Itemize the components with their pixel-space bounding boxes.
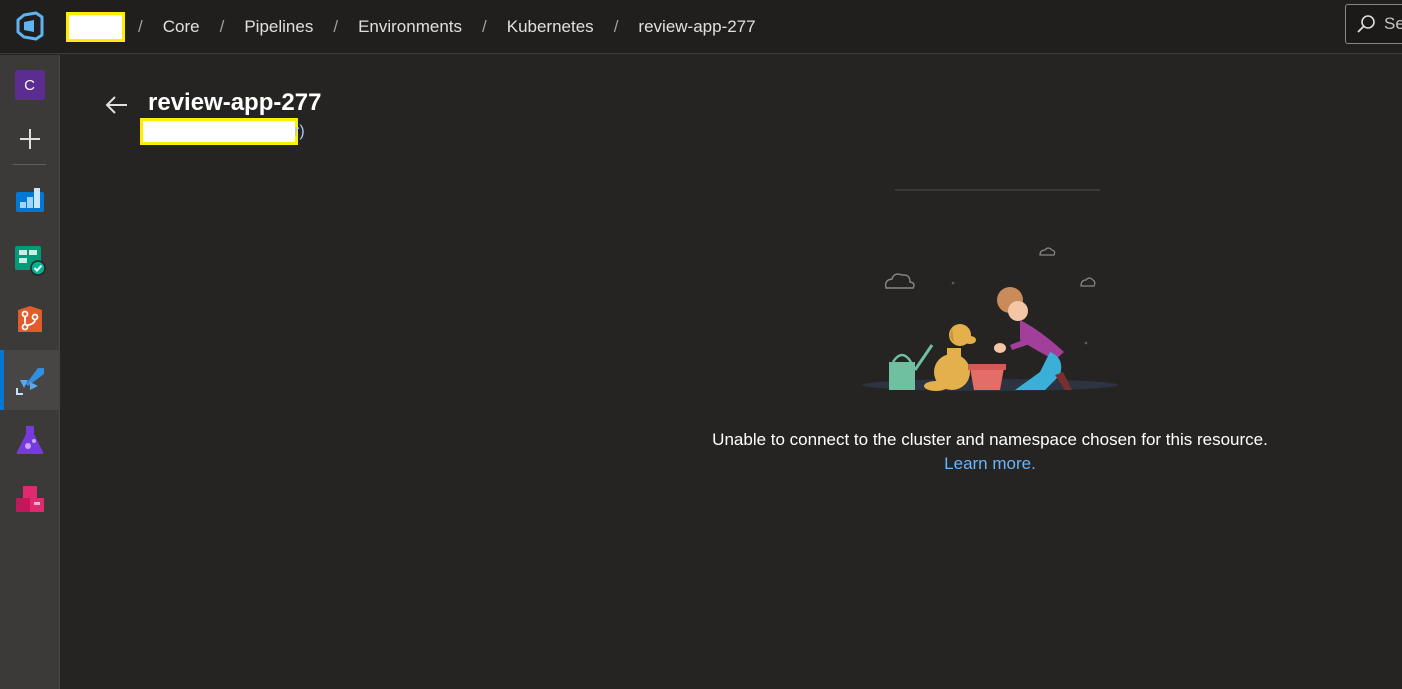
new-project-button[interactable] (0, 109, 59, 169)
search-icon (1357, 15, 1375, 33)
redacted-resource-name (140, 118, 298, 145)
breadcrumb-core[interactable]: Core (163, 17, 200, 37)
sidebar-item-artifacts[interactable] (0, 470, 59, 530)
search-placeholder: Se (1384, 14, 1402, 33)
breadcrumb-review-app[interactable]: review-app-277 (638, 17, 755, 37)
breadcrumb-separator: / (138, 17, 143, 36)
org-avatar: C (14, 70, 45, 100)
breadcrumb: / Core / Pipelines / Environments / Kube… (138, 0, 756, 54)
nav-divider (13, 164, 46, 165)
top-bar: / Core / Pipelines / Environments / Kube… (0, 0, 1402, 54)
empty-state-illustration (862, 189, 1118, 391)
redacted-org-name (66, 12, 125, 42)
sidebar-item-boards[interactable] (0, 230, 59, 290)
sidebar-item-test-plans[interactable] (0, 410, 59, 470)
breadcrumb-separator: / (219, 17, 225, 36)
test-plans-icon (16, 426, 43, 454)
learn-more-link[interactable]: Learn more. (600, 454, 1380, 474)
search-box[interactable]: Se (1345, 4, 1402, 44)
breadcrumb-separator: / (482, 17, 487, 36)
breadcrumb-pipelines[interactable]: Pipelines (244, 17, 313, 37)
breadcrumb-kubernetes[interactable]: Kubernetes (507, 17, 594, 37)
empty-state-message: Unable to connect to the cluster and nam… (712, 430, 1268, 449)
resource-subtitle: r) (294, 123, 305, 140)
breadcrumb-separator: / (333, 17, 339, 36)
boards-icon (14, 246, 46, 276)
pipelines-icon (15, 368, 44, 395)
breadcrumb-separator: / (613, 17, 619, 36)
sidebar-item-pipelines[interactable] (0, 350, 59, 410)
plus-icon (19, 129, 40, 149)
sidebar-item-repos[interactable] (0, 290, 59, 350)
azure-devops-logo-icon[interactable] (14, 10, 46, 42)
org-switcher[interactable]: C (0, 55, 59, 115)
page-title: review-app-277 (148, 89, 322, 116)
sidebar-item-overview[interactable] (0, 170, 59, 230)
overview-icon (15, 188, 44, 212)
breadcrumb-environments[interactable]: Environments (358, 17, 462, 37)
repos-icon (17, 306, 42, 332)
artifacts-icon (15, 486, 44, 512)
back-arrow-icon[interactable] (104, 92, 130, 118)
side-nav: C (0, 55, 60, 689)
